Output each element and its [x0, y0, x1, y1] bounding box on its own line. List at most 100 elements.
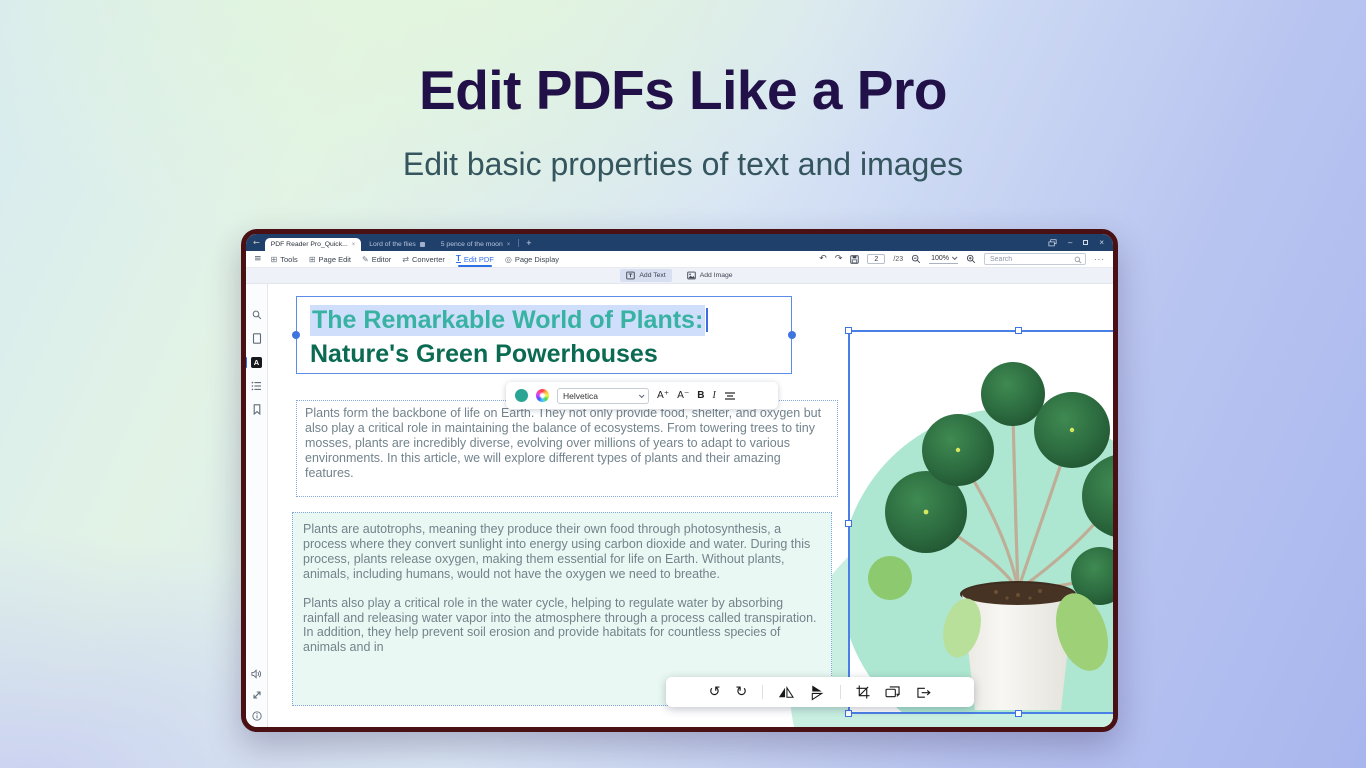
pdf-app-window: ← PDF Reader Pro_Quick... × Lord of the …: [241, 229, 1118, 732]
hero-title: Edit PDFs Like a Pro: [0, 58, 1366, 122]
converter-icon: ⇄: [402, 255, 409, 264]
menu-page-display[interactable]: ◎ Page Display: [505, 251, 559, 267]
paragraph: Plants also play a critical role in the …: [303, 596, 821, 656]
rotate-right-icon[interactable]: ↻: [736, 685, 748, 699]
image-edit-toolbar: ↺ ↻: [666, 677, 974, 707]
maximize-button[interactable]: [1083, 240, 1088, 245]
menu-editor[interactable]: ✎ Editor: [362, 251, 391, 267]
selection-handle[interactable]: [845, 710, 852, 717]
menu-label: Editor: [372, 255, 392, 264]
color-picker-icon[interactable]: [536, 389, 549, 402]
bold-button[interactable]: B: [697, 390, 704, 401]
export-image-icon[interactable]: [916, 686, 931, 699]
zoom-in-icon[interactable]: [966, 254, 976, 264]
search-panel-icon[interactable]: [252, 310, 262, 320]
info-icon[interactable]: [252, 711, 262, 721]
rotate-left-icon[interactable]: ↺: [709, 685, 721, 699]
page-total: /23: [893, 256, 903, 263]
back-arrow-icon[interactable]: ←: [253, 238, 260, 247]
italic-button[interactable]: I: [712, 390, 715, 401]
save-icon[interactable]: [850, 255, 859, 264]
current-color-swatch[interactable]: [515, 389, 528, 402]
selection-handle[interactable]: [845, 520, 852, 527]
add-image-button[interactable]: Add Image: [681, 269, 739, 282]
menu-tools[interactable]: ⊞ Tools: [271, 251, 298, 267]
replace-image-icon[interactable]: [885, 686, 901, 699]
window-controls: – ×: [1048, 239, 1113, 247]
zoom-level-select[interactable]: 100%: [929, 255, 958, 264]
selection-handle[interactable]: [292, 331, 300, 339]
font-family-select[interactable]: Helvetica: [557, 388, 649, 404]
page-display-icon: ◎: [505, 255, 512, 264]
menu-edit-pdf[interactable]: T Edit PDF: [456, 251, 494, 267]
document-title-line2: Nature's Green Powerhouses: [310, 337, 791, 371]
document-page[interactable]: The Remarkable World of Plants: Nature's…: [268, 284, 1113, 731]
tab-label: PDF Reader Pro_Quick...: [271, 241, 348, 248]
decrease-font-button[interactable]: A⁻: [677, 390, 689, 401]
tools-icon: ⊞: [271, 255, 278, 264]
close-tab-icon[interactable]: ×: [352, 242, 356, 248]
add-text-icon: [626, 271, 635, 280]
search-input[interactable]: [984, 253, 1086, 265]
search-icon: [1074, 256, 1082, 264]
selection-handle[interactable]: [845, 327, 852, 334]
selected-image[interactable]: [848, 330, 1113, 714]
app-body: A: [246, 284, 1113, 731]
button-label: Add Image: [700, 272, 733, 279]
text-format-toolbar: Helvetica A⁺ A⁻ B I: [506, 382, 778, 409]
new-tab-button[interactable]: +: [519, 238, 538, 248]
chevron-down-icon: [639, 392, 645, 398]
zoom-level: 100%: [931, 255, 949, 262]
redo-icon[interactable]: ↷: [835, 255, 843, 264]
tab-document-3[interactable]: 5 pence of the moon ×: [433, 238, 519, 251]
editor-icon: ✎: [362, 255, 369, 264]
menu-label: Converter: [412, 255, 445, 264]
outline-panel-icon[interactable]: [251, 381, 262, 391]
promo-page: Edit PDFs Like a Pro Edit basic properti…: [0, 0, 1366, 768]
close-tab-icon[interactable]: ×: [507, 242, 511, 248]
left-sidebar: A: [246, 284, 268, 731]
menu-converter[interactable]: ⇄ Converter: [402, 251, 445, 267]
title-text-box[interactable]: The Remarkable World of Plants: Nature's…: [296, 296, 792, 374]
menu-label: Edit PDF: [464, 255, 494, 264]
tab-bar: ← PDF Reader Pro_Quick... × Lord of the …: [246, 234, 1113, 251]
read-aloud-icon[interactable]: [251, 669, 262, 679]
add-text-button[interactable]: Add Text: [620, 269, 671, 282]
tab-overview-icon[interactable]: [1048, 239, 1057, 247]
menu-label: Page Edit: [318, 255, 351, 264]
selection-handle[interactable]: [1015, 327, 1022, 334]
selection-handle[interactable]: [788, 331, 796, 339]
fullscreen-icon[interactable]: [252, 690, 262, 700]
toolbar-divider: [840, 685, 841, 699]
edit-pdf-icon: T: [456, 255, 461, 263]
page-edit-icon: ⊞: [309, 255, 316, 264]
toolbar-divider: [762, 685, 763, 699]
bookmarks-panel-icon[interactable]: [252, 404, 262, 415]
plant-photo: [850, 332, 1113, 712]
undo-icon[interactable]: ↶: [819, 255, 827, 264]
add-image-icon: [687, 271, 696, 280]
text-block-intro[interactable]: Plants form the backbone of life on Eart…: [296, 400, 838, 497]
selection-handle[interactable]: [1015, 710, 1022, 717]
minimize-button[interactable]: –: [1068, 240, 1072, 246]
document-title-line1: The Remarkable World of Plants:: [310, 304, 791, 337]
increase-font-button[interactable]: A⁺: [657, 390, 669, 401]
selected-text: The Remarkable World of Plants:: [310, 305, 705, 336]
crop-icon[interactable]: [856, 685, 870, 699]
close-window-button[interactable]: ×: [1099, 240, 1104, 246]
alignment-button[interactable]: [724, 391, 736, 401]
annotations-panel-icon[interactable]: A: [251, 357, 262, 368]
font-name: Helvetica: [563, 391, 598, 401]
page-number-input[interactable]: [867, 254, 885, 264]
menu-page-edit[interactable]: ⊞ Page Edit: [309, 251, 351, 267]
zoom-out-icon[interactable]: [911, 254, 921, 264]
tab-document-active[interactable]: PDF Reader Pro_Quick... ×: [265, 238, 362, 251]
tab-document-2[interactable]: Lord of the flies: [361, 238, 432, 251]
more-options-icon[interactable]: ···: [1094, 255, 1105, 264]
menu-label: Tools: [280, 255, 298, 264]
flip-horizontal-icon[interactable]: [778, 686, 794, 699]
thumbnails-panel-icon[interactable]: [252, 333, 262, 344]
flip-vertical-icon[interactable]: [811, 684, 824, 700]
hamburger-menu-icon[interactable]: ≡: [254, 254, 262, 264]
paragraph: Plants form the backbone of life on Eart…: [305, 406, 829, 481]
